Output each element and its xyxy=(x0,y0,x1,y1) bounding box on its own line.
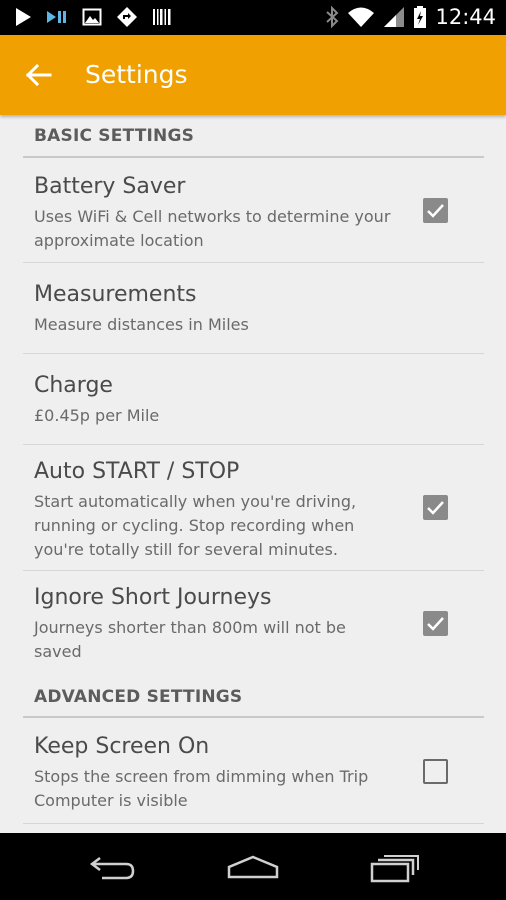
setting-summary: Measure distances in Miles xyxy=(34,315,249,334)
setting-title: Ignore Short Journeys xyxy=(34,585,272,610)
ignore-short-journeys-checkbox[interactable] xyxy=(423,611,448,636)
bluetooth-icon xyxy=(326,5,339,29)
auto-start-stop-checkbox[interactable] xyxy=(423,495,448,520)
status-icons-left xyxy=(14,6,172,28)
directions-icon xyxy=(117,7,137,27)
status-time: 12:44 xyxy=(435,5,496,29)
setting-title: Auto START / STOP xyxy=(34,459,240,484)
setting-title: Charge xyxy=(34,373,113,398)
wifi-icon xyxy=(348,7,375,27)
nav-home-icon[interactable] xyxy=(226,853,280,881)
status-icons-right: 12:44 xyxy=(325,4,496,30)
checkmark-icon xyxy=(427,501,444,515)
section-header-advanced: ADVANCED SETTINGS xyxy=(34,687,243,707)
setting-ignore-short-journeys[interactable]: Ignore Short Journeys Journeys shorter t… xyxy=(0,571,506,675)
app-bar: Settings xyxy=(0,35,506,115)
image-icon xyxy=(82,8,102,26)
play-icon xyxy=(16,8,31,26)
setting-summary: Start automatically when you're driving,… xyxy=(34,492,357,559)
nav-back-icon[interactable] xyxy=(88,853,136,881)
setting-battery-saver[interactable]: Battery Saver Uses WiFi & Cell networks … xyxy=(0,157,506,262)
setting-summary: Stops the screen from dimming when Trip … xyxy=(34,767,369,810)
setting-measurements[interactable]: Measurements Measure distances in Miles xyxy=(0,263,506,353)
battery-saver-checkbox[interactable] xyxy=(423,198,448,223)
navigation-bar xyxy=(0,833,506,900)
nav-recents-icon[interactable] xyxy=(370,853,420,883)
setting-title: Battery Saver xyxy=(34,174,186,199)
setting-title: Measurements xyxy=(34,282,197,307)
setting-auto-start-stop[interactable]: Auto START / STOP Start automatically wh… xyxy=(0,445,506,570)
section-header-basic: BASIC SETTINGS xyxy=(34,126,195,146)
setting-summary: Uses WiFi & Cell networks to determine y… xyxy=(34,207,391,250)
settings-list[interactable]: BASIC SETTINGS Battery Saver Uses WiFi &… xyxy=(0,115,506,833)
keep-screen-on-checkbox[interactable] xyxy=(423,759,448,784)
row-divider xyxy=(23,823,484,824)
battery-charging-icon xyxy=(414,6,427,28)
page-title: Settings xyxy=(85,60,188,89)
setting-title: Keep Screen On xyxy=(34,734,210,759)
status-bar: 12:44 xyxy=(0,0,506,35)
setting-summary: Journeys shorter than 800m will not be s… xyxy=(34,618,346,661)
arrow-left-icon[interactable] xyxy=(24,59,56,91)
signal-icon xyxy=(384,7,405,27)
setting-summary: £0.45p per Mile xyxy=(34,406,160,425)
checkmark-icon xyxy=(427,617,444,631)
setting-charge[interactable]: Charge £0.45p per Mile xyxy=(0,354,506,444)
checkmark-icon xyxy=(427,204,444,218)
barcode-icon xyxy=(153,9,171,25)
setting-keep-screen-on[interactable]: Keep Screen On Stops the screen from dim… xyxy=(0,718,506,823)
cast-icon xyxy=(47,11,66,23)
